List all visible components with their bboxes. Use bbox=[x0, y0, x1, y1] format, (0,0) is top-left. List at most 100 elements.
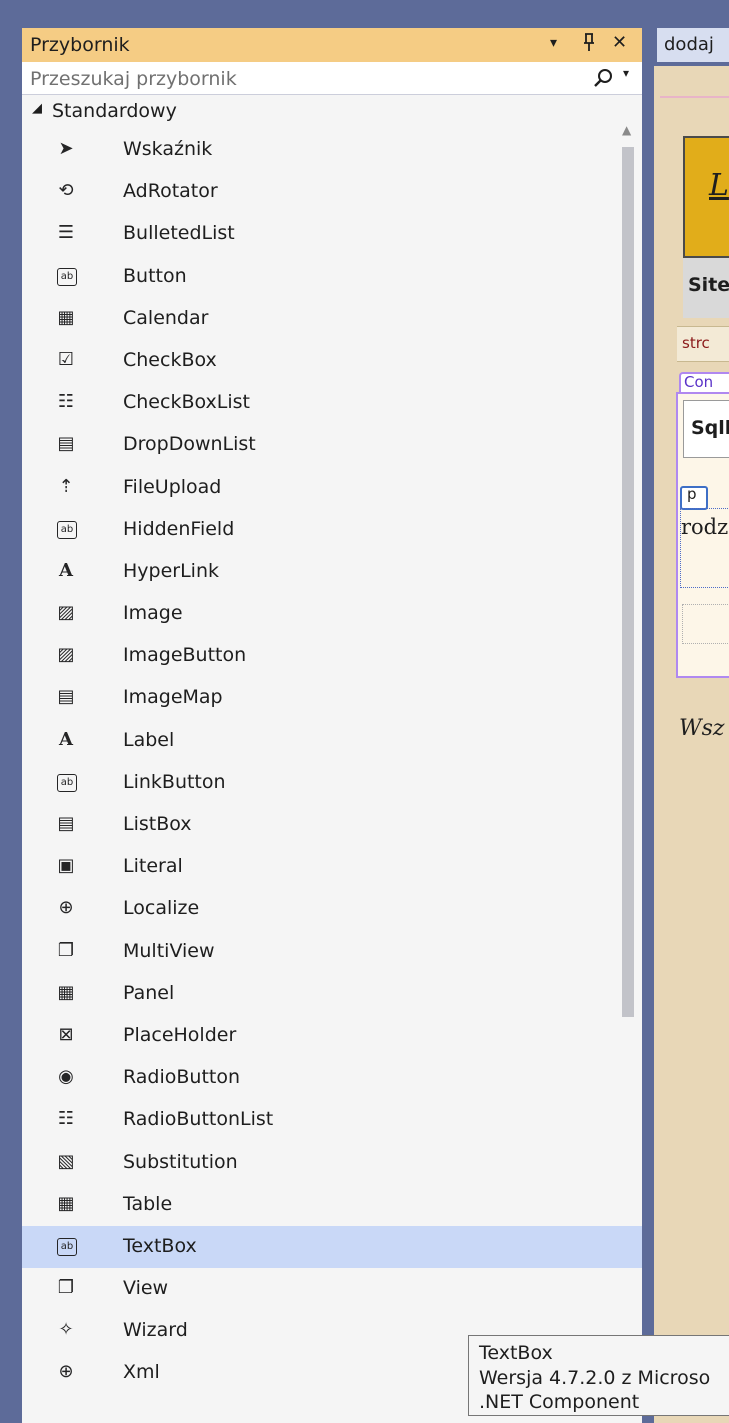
adrotator-icon: ⟲ bbox=[58, 180, 74, 202]
tool-item-radiobutton[interactable]: ◉ RadioButton bbox=[22, 1057, 642, 1099]
paragraph-tag-label: p bbox=[687, 485, 697, 503]
tool-item-label: DropDownList bbox=[123, 433, 256, 456]
tool-item-literal[interactable]: ▣ Literal bbox=[22, 846, 642, 888]
scroll-thumb[interactable] bbox=[622, 147, 634, 1017]
paragraph-text: rodz bbox=[681, 515, 729, 539]
tool-item-label[interactable]: A Label bbox=[22, 720, 642, 762]
collapse-arrow-icon[interactable]: ◢ bbox=[32, 101, 42, 116]
tool-item-adrotator[interactable]: ⟲ AdRotator bbox=[22, 171, 642, 213]
tool-item-label: Label bbox=[123, 728, 175, 751]
tool-item-label: Table bbox=[123, 1192, 173, 1215]
radio-button-icon: ◉ bbox=[58, 1066, 74, 1088]
tool-item-label: HyperLink bbox=[123, 559, 220, 582]
tool-item-checkboxlist[interactable]: ☷ CheckBoxList bbox=[22, 382, 642, 424]
search-bar: ▾ bbox=[22, 62, 642, 95]
tool-item-imagemap[interactable]: ▤ ImageMap bbox=[22, 677, 642, 719]
tool-item-label: LinkButton bbox=[123, 770, 226, 793]
tool-item-textbox[interactable]: ab TextBox bbox=[22, 1225, 642, 1269]
tool-item-view[interactable]: ❐ View bbox=[22, 1268, 642, 1310]
tool-item-label: Wizard bbox=[123, 1319, 188, 1342]
tool-item-dropdownlist[interactable]: ▤ DropDownList bbox=[22, 424, 642, 466]
tool-item-hiddenfield[interactable]: ab HiddenField bbox=[22, 509, 642, 551]
tool-item-label: ImageMap bbox=[123, 686, 223, 709]
bulleted-list-icon: ☰ bbox=[57, 222, 75, 244]
hyperlink-icon: A bbox=[59, 559, 73, 581]
paragraph-tag[interactable]: p bbox=[680, 485, 708, 510]
tool-item-linkbutton[interactable]: ab LinkButton bbox=[22, 762, 642, 804]
tool-item-label: Image bbox=[123, 602, 183, 625]
tool-item-image[interactable]: ▨ Image bbox=[22, 593, 642, 635]
tool-item-label: ImageButton bbox=[123, 644, 247, 667]
chevron-down-icon[interactable]: ▾ bbox=[550, 35, 557, 51]
checkbox-icon: ☑ bbox=[57, 348, 75, 370]
tool-item-radiobuttonlist[interactable]: ☷ RadioButtonList bbox=[22, 1099, 642, 1141]
tooltip-title: TextBox bbox=[479, 1342, 553, 1364]
search-icon[interactable] bbox=[592, 67, 614, 89]
file-upload-icon: ⇡ bbox=[58, 475, 74, 497]
design-surface[interactable]: L Site strc Con Sqll p rodz Wsz bbox=[654, 66, 729, 1423]
tool-item-label: Wskaźnik bbox=[123, 138, 213, 160]
content-tag-label: Con bbox=[684, 373, 714, 391]
logo-block[interactable]: L bbox=[683, 136, 729, 258]
empty-region[interactable] bbox=[682, 604, 729, 644]
breadcrumb-row[interactable]: strc bbox=[677, 326, 729, 362]
localize-icon: ⊕ bbox=[58, 897, 74, 919]
sql-datasource-block[interactable]: Sqll bbox=[683, 400, 729, 458]
image-map-icon: ▤ bbox=[57, 686, 75, 708]
divider bbox=[660, 96, 729, 98]
category-standardowy[interactable]: ◢ Standardowy bbox=[22, 95, 642, 129]
breadcrumb-text: strc bbox=[682, 334, 710, 352]
tool-item-label: CheckBox bbox=[123, 348, 217, 371]
tool-item-label: MultiView bbox=[123, 939, 215, 962]
paragraph-box[interactable]: rodz bbox=[680, 508, 729, 588]
tool-item-substitution[interactable]: ▧ Substitution bbox=[22, 1142, 642, 1184]
search-input[interactable] bbox=[28, 65, 582, 93]
site-map-path-block[interactable]: Site bbox=[683, 258, 729, 318]
designer-area: dodaj L Site strc Con Sqll p rodz Wsz bbox=[654, 28, 729, 1423]
scrollbar[interactable]: ▲ bbox=[619, 123, 637, 1423]
tool-item-label: HiddenField bbox=[123, 517, 235, 540]
document-tab[interactable]: dodaj bbox=[657, 28, 729, 62]
image-icon: ▨ bbox=[57, 602, 75, 624]
tool-item-placeholder[interactable]: ⊠ PlaceHolder bbox=[22, 1015, 642, 1057]
label-icon: A bbox=[59, 728, 73, 750]
tool-item-fileupload[interactable]: ⇡ FileUpload bbox=[22, 467, 642, 509]
tool-item-listbox[interactable]: ▤ ListBox bbox=[22, 804, 642, 846]
tool-item-label: Calendar bbox=[123, 306, 209, 329]
tool-item-bulletedlist[interactable]: ☰ BulletedList bbox=[22, 213, 642, 255]
tool-item-localize[interactable]: ⊕ Localize bbox=[22, 888, 642, 930]
tool-item-label: Substitution bbox=[123, 1150, 238, 1173]
tooltip: TextBox Wersja 4.7.2.0 z Microso .NET Co… bbox=[468, 1335, 729, 1416]
tool-item-calendar[interactable]: ▦ Calendar bbox=[22, 298, 642, 340]
tool-item-checkbox[interactable]: ☑ CheckBox bbox=[22, 340, 642, 382]
pointer-icon: ➤ bbox=[58, 138, 74, 159]
tool-item-wskaźnik[interactable]: ➤ Wskaźnik bbox=[22, 129, 642, 171]
pin-icon[interactable] bbox=[582, 32, 596, 57]
site-text: Site bbox=[688, 274, 729, 296]
tool-item-label: RadioButton bbox=[123, 1066, 241, 1089]
content-placeholder-box[interactable]: Sqll p rodz bbox=[676, 392, 729, 678]
toolbox-header: Przybornik ▾ ✕ bbox=[22, 28, 642, 62]
tool-item-label: ListBox bbox=[123, 813, 192, 835]
sql-text: Sqll bbox=[691, 417, 729, 439]
logo-text: L bbox=[709, 168, 729, 203]
tool-item-label: BulletedList bbox=[123, 222, 235, 245]
image-button-icon: ▨ bbox=[57, 644, 75, 666]
search-options-dropdown-icon[interactable]: ▾ bbox=[623, 66, 629, 80]
xml-icon: ⊕ bbox=[58, 1361, 74, 1383]
close-icon[interactable]: ✕ bbox=[612, 32, 627, 53]
tool-item-panel[interactable]: ▦ Panel bbox=[22, 973, 642, 1015]
content-tag[interactable]: Con bbox=[679, 372, 729, 392]
scroll-up-icon[interactable]: ▲ bbox=[622, 123, 631, 137]
tool-item-multiview[interactable]: ❐ MultiView bbox=[22, 931, 642, 973]
listbox-icon: ▤ bbox=[57, 813, 75, 834]
toolbox-panel: Przybornik ▾ ✕ ▾ ◢ Standardowy ➤ Wskaźnik… bbox=[22, 28, 642, 1423]
tool-item-label: Localize bbox=[123, 897, 200, 920]
button-icon: ab bbox=[57, 267, 77, 286]
literal-icon: ▣ bbox=[57, 855, 75, 877]
tool-item-table[interactable]: ▦ Table bbox=[22, 1184, 642, 1226]
tool-item-imagebutton[interactable]: ▨ ImageButton bbox=[22, 635, 642, 677]
tool-item-button[interactable]: ab Button bbox=[22, 256, 642, 298]
tool-item-hyperlink[interactable]: A HyperLink bbox=[22, 551, 642, 593]
placeholder-icon: ⊠ bbox=[58, 1023, 74, 1045]
